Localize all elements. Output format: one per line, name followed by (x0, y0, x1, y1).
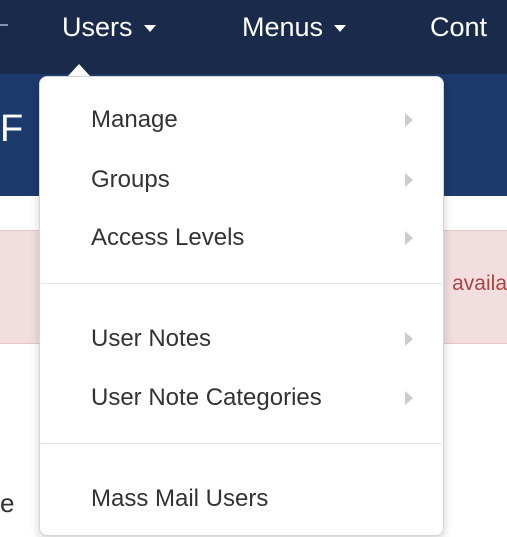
nav-edge-fragment (0, 24, 8, 40)
menu-item-label: Access Levels (91, 224, 245, 251)
caret-down-icon (143, 25, 156, 32)
nav-menus-menu[interactable]: Menus (242, 12, 347, 43)
page-title: F (0, 108, 24, 150)
menu-item-label: User Notes (91, 325, 212, 352)
nav-content-label: Cont (430, 12, 488, 42)
menu-item-label: User Note Categories (91, 384, 322, 411)
users-dropdown-menu: Manage Groups Access Levels User Notes U… (39, 76, 444, 536)
menu-item-manage[interactable]: Manage (40, 95, 443, 145)
chevron-right-icon (405, 332, 413, 346)
chevron-right-icon (405, 113, 413, 127)
nav-users-label: Users (62, 12, 133, 42)
chevron-right-icon (405, 391, 413, 405)
menu-item-user-notes[interactable]: User Notes (40, 314, 443, 364)
nav-content-menu[interactable]: Cont (430, 12, 487, 43)
nav-menus-label: Menus (242, 12, 324, 42)
menu-divider (41, 443, 442, 444)
caret-down-icon (334, 25, 347, 32)
nav-users-menu[interactable]: Users (62, 12, 156, 43)
alert-text: availa (452, 272, 507, 295)
body-text-fragment: e (0, 488, 15, 518)
chevron-right-icon (405, 231, 413, 245)
menu-item-label: Mass Mail Users (91, 485, 269, 512)
menu-item-groups[interactable]: Groups (40, 155, 443, 205)
menu-item-label: Manage (91, 106, 178, 133)
menu-item-user-note-categories[interactable]: User Note Categories (40, 373, 443, 423)
top-navbar: Users Menus Cont (0, 0, 507, 74)
dropdown-pointer (68, 64, 90, 76)
menu-item-label: Groups (91, 166, 170, 193)
chevron-right-icon (405, 173, 413, 187)
menu-item-access-levels[interactable]: Access Levels (40, 213, 443, 263)
menu-divider (41, 283, 442, 284)
menu-item-mass-mail-users[interactable]: Mass Mail Users (40, 474, 443, 524)
